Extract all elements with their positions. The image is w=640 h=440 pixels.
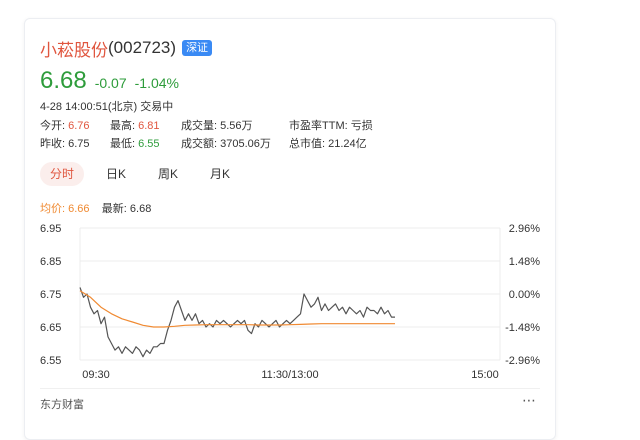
x-tick-label: 09:30 <box>82 369 110 381</box>
footer-divider <box>40 388 540 389</box>
y-left-tick-label: 6.75 <box>40 289 61 301</box>
y-right-tick-label: 0.00% <box>509 289 540 301</box>
y-right-tick-label: -2.96% <box>505 355 540 367</box>
x-tick-label: 15:00 <box>471 369 499 381</box>
x-tick-label: 11:30/13:00 <box>261 369 318 381</box>
chart-grid <box>79 227 501 361</box>
y-right-tick-label: 1.48% <box>509 256 540 268</box>
y-left-tick-label: 6.95 <box>40 223 61 235</box>
chart-axes: 6.95 2.96% 6.85 1.48% 6.75 0.00% 6.65 -1.48% 6.5… <box>40 223 540 381</box>
y-right-tick-label: 2.96% <box>509 223 540 235</box>
data-source: 东方财富 <box>40 399 84 411</box>
y-left-tick-label: 6.85 <box>40 256 61 268</box>
intraday-chart: 6.95 2.96% 6.85 1.48% 6.75 0.00% 6.65 -1.48% 6.5… <box>40 223 540 381</box>
chart-series <box>79 287 395 358</box>
price-line <box>79 287 395 358</box>
y-left-tick-label: 6.65 <box>40 322 61 334</box>
avg-price-line <box>79 290 395 328</box>
y-left-tick-label: 6.55 <box>40 355 61 367</box>
more-icon[interactable]: ⋯ <box>522 392 537 409</box>
y-right-tick-label: -1.48% <box>505 322 540 334</box>
